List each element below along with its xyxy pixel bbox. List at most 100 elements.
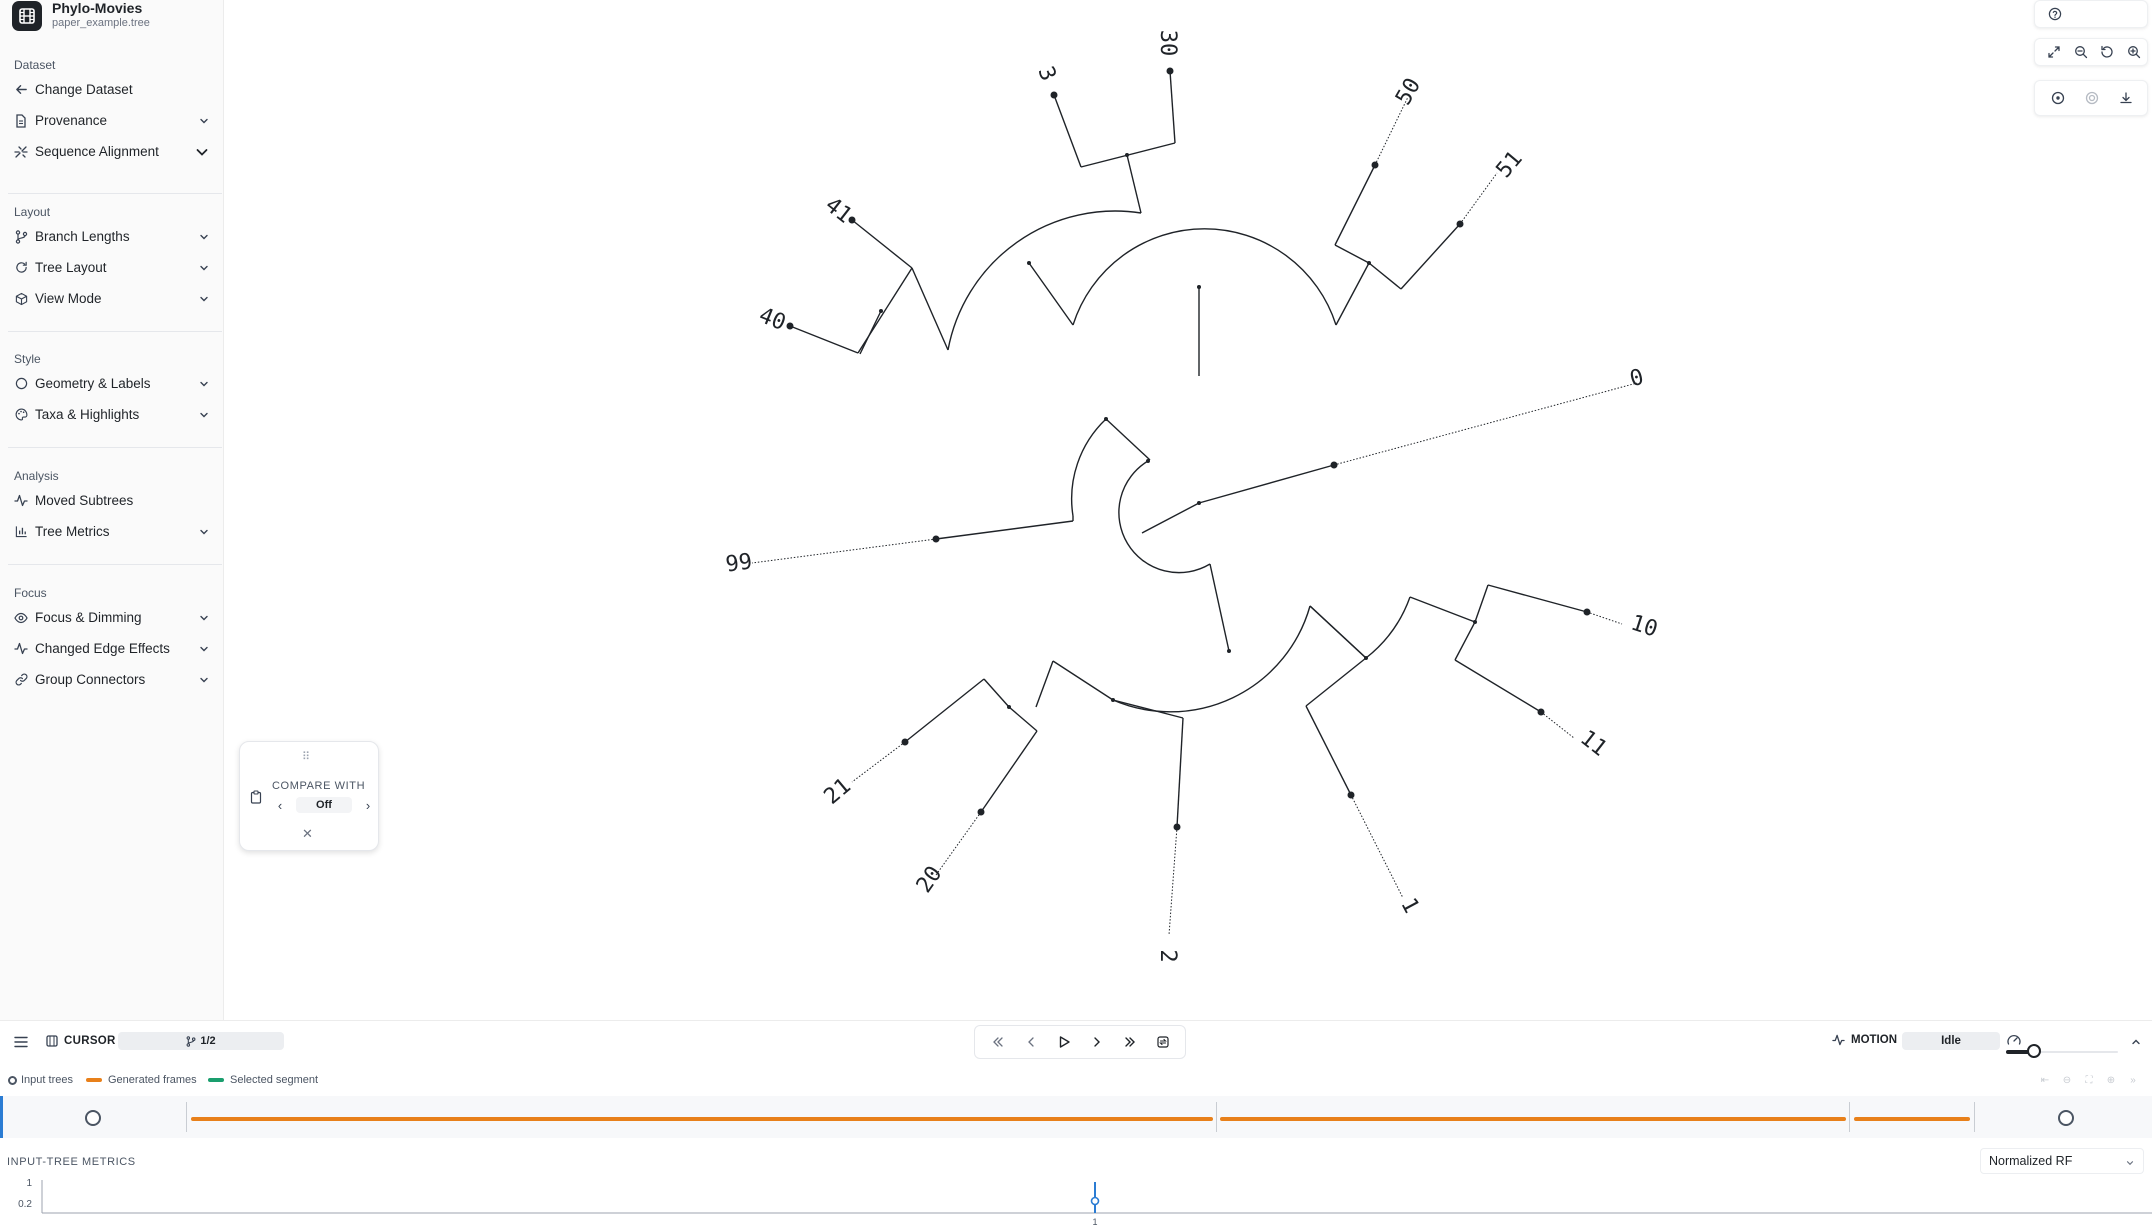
- target-icon[interactable]: [2075, 86, 2109, 110]
- legend-label: Selected segment: [230, 1074, 319, 1086]
- cube-icon: [14, 292, 28, 306]
- sidebar-item-group-connectors[interactable]: Group Connectors: [0, 664, 224, 695]
- tree-node: [1111, 698, 1115, 702]
- center-icon[interactable]: [2041, 86, 2075, 110]
- download-icon[interactable]: [2109, 86, 2143, 110]
- zoom-out-icon[interactable]: ⊖: [2056, 1073, 2078, 1087]
- leaf-label[interactable]: 11: [1575, 726, 1611, 762]
- leaf-node: [1456, 220, 1464, 228]
- compare-next-button[interactable]: ›: [360, 798, 376, 813]
- input-tree-marker[interactable]: [85, 1110, 101, 1126]
- tree-branch: [1052, 660, 1114, 701]
- tree-branch: [1209, 563, 1230, 652]
- sidebar-item-view-mode[interactable]: View Mode: [0, 283, 224, 314]
- step-forward-button[interactable]: [1084, 1029, 1110, 1055]
- timeline-separator: [1974, 1102, 1975, 1132]
- tree-branch: [1454, 621, 1476, 661]
- zoom-out-icon[interactable]: [2068, 40, 2095, 64]
- skip-to-start-button[interactable]: [985, 1029, 1011, 1055]
- leaf-label[interactable]: 50: [1391, 74, 1426, 109]
- sidebar-item-branch-lengths[interactable]: Branch Lengths: [0, 221, 224, 252]
- sidebar-item-tree-layout[interactable]: Tree Layout: [0, 252, 224, 283]
- fullscreen-icon[interactable]: [2041, 40, 2068, 64]
- menu-icon[interactable]: [14, 1035, 28, 1048]
- compare-prev-button[interactable]: ‹: [272, 798, 288, 813]
- tree-node: [1027, 261, 1031, 265]
- zoom-in-icon[interactable]: [2121, 40, 2148, 64]
- tree-node: [1104, 417, 1108, 421]
- section-title: Style: [14, 352, 41, 366]
- leaf-label[interactable]: 99: [724, 549, 754, 577]
- sidebar-item-changed-edge-effects[interactable]: Changed Edge Effects: [0, 633, 224, 664]
- sidebar-item-provenance[interactable]: Provenance: [0, 105, 224, 136]
- tree-branch: [1400, 223, 1461, 290]
- leaf-label[interactable]: 21: [819, 774, 855, 810]
- leaf-label[interactable]: 30: [1155, 30, 1180, 57]
- tree-branch: [1070, 418, 1107, 517]
- film-logo-icon: [12, 1, 42, 31]
- tree-branch: [1141, 502, 1200, 534]
- leaf-label[interactable]: 1: [1395, 894, 1423, 917]
- play-button[interactable]: [1051, 1029, 1077, 1055]
- phylo-tree-canvas[interactable]: 0 10 11 1 2 20 21 99 40 41 3 30 50 51: [224, 0, 2152, 1020]
- tree-branch: [1454, 659, 1542, 713]
- leaf-label[interactable]: 3: [1032, 63, 1060, 85]
- circle-icon: [14, 377, 28, 391]
- legend-label: Input trees: [21, 1074, 73, 1086]
- leaf-node: [977, 808, 985, 816]
- tree-branch: [1072, 228, 1337, 326]
- loop-icon[interactable]: [1150, 1029, 1176, 1055]
- help-icon[interactable]: [2041, 2, 2069, 26]
- leaf-label[interactable]: 51: [1492, 146, 1528, 182]
- tree-node: [1007, 705, 1011, 709]
- leaf-label[interactable]: 40: [755, 303, 789, 336]
- eye-icon: [14, 611, 28, 625]
- tree-branch: [1305, 657, 1367, 707]
- sidebar-item-moved-subtrees[interactable]: Moved Subtrees: [0, 485, 224, 516]
- generated-frames-segment[interactable]: [191, 1117, 1213, 1121]
- slider-thumb[interactable]: [2027, 1044, 2041, 1058]
- sidebar-item-label: Tree Metrics: [35, 524, 110, 539]
- sidebar-item-focus-dimming[interactable]: Focus & Dimming: [0, 602, 224, 633]
- leaf-label[interactable]: 10: [1628, 611, 1661, 643]
- generated-frames-segment[interactable]: [1220, 1117, 1846, 1121]
- sidebar-item-sequence-alignment[interactable]: Sequence Alignment: [0, 136, 224, 167]
- tree-branch: [1008, 706, 1038, 732]
- reset-icon[interactable]: [2094, 40, 2121, 64]
- leaf-node: [1347, 791, 1355, 799]
- chevron-down-icon: [198, 409, 210, 421]
- drag-handle-icon[interactable]: ⠿: [302, 750, 311, 763]
- close-icon[interactable]: ✕: [302, 826, 313, 842]
- sidebar-item-geometry-labels[interactable]: Geometry & Labels: [0, 368, 224, 399]
- tree-branch: [1028, 262, 1074, 326]
- leaf-label[interactable]: 0: [1627, 365, 1646, 393]
- zoom-in-icon[interactable]: ⊕: [2100, 1073, 2122, 1087]
- skip-end-icon[interactable]: »: [2122, 1073, 2144, 1087]
- step-back-button[interactable]: [1018, 1029, 1044, 1055]
- tree-branch: [1409, 596, 1476, 623]
- chevron-up-icon[interactable]: [2130, 1035, 2142, 1047]
- sidebar-divider: [8, 331, 222, 332]
- bar-chart-icon: [14, 525, 28, 539]
- tree-branch: [1334, 244, 1370, 264]
- metrics-chart[interactable]: 1 0.2 1: [0, 1176, 2152, 1226]
- cursor-value-pill[interactable]: 1/2: [118, 1032, 284, 1050]
- input-tree-marker[interactable]: [2058, 1110, 2074, 1126]
- speed-slider[interactable]: [2006, 1044, 2118, 1058]
- sidebar-item-change-dataset[interactable]: Change Dataset: [0, 74, 224, 105]
- section-dataset: Dataset Change Dataset Provenance Sequen…: [0, 56, 224, 167]
- section-title: Focus: [14, 586, 47, 600]
- skip-to-end-button[interactable]: [1117, 1029, 1143, 1055]
- fit-icon[interactable]: ⛶: [2078, 1073, 2100, 1087]
- skip-start-icon[interactable]: ⇤: [2034, 1073, 2056, 1087]
- sidebar-item-tree-metrics[interactable]: Tree Metrics: [0, 516, 224, 547]
- section-style: Style Geometry & Labels Taxa & Highlight…: [0, 350, 224, 430]
- sidebar-item-taxa-highlights[interactable]: Taxa & Highlights: [0, 399, 224, 430]
- compare-value: Off: [296, 797, 352, 813]
- leaf-label[interactable]: 2: [1155, 949, 1180, 962]
- metric-select[interactable]: Normalized RF: [1980, 1148, 2144, 1174]
- tree-node: [1473, 620, 1477, 624]
- timeline-track[interactable]: [0, 1096, 2152, 1138]
- generated-frames-segment[interactable]: [1854, 1117, 1970, 1121]
- tree-branch: [1309, 605, 1367, 659]
